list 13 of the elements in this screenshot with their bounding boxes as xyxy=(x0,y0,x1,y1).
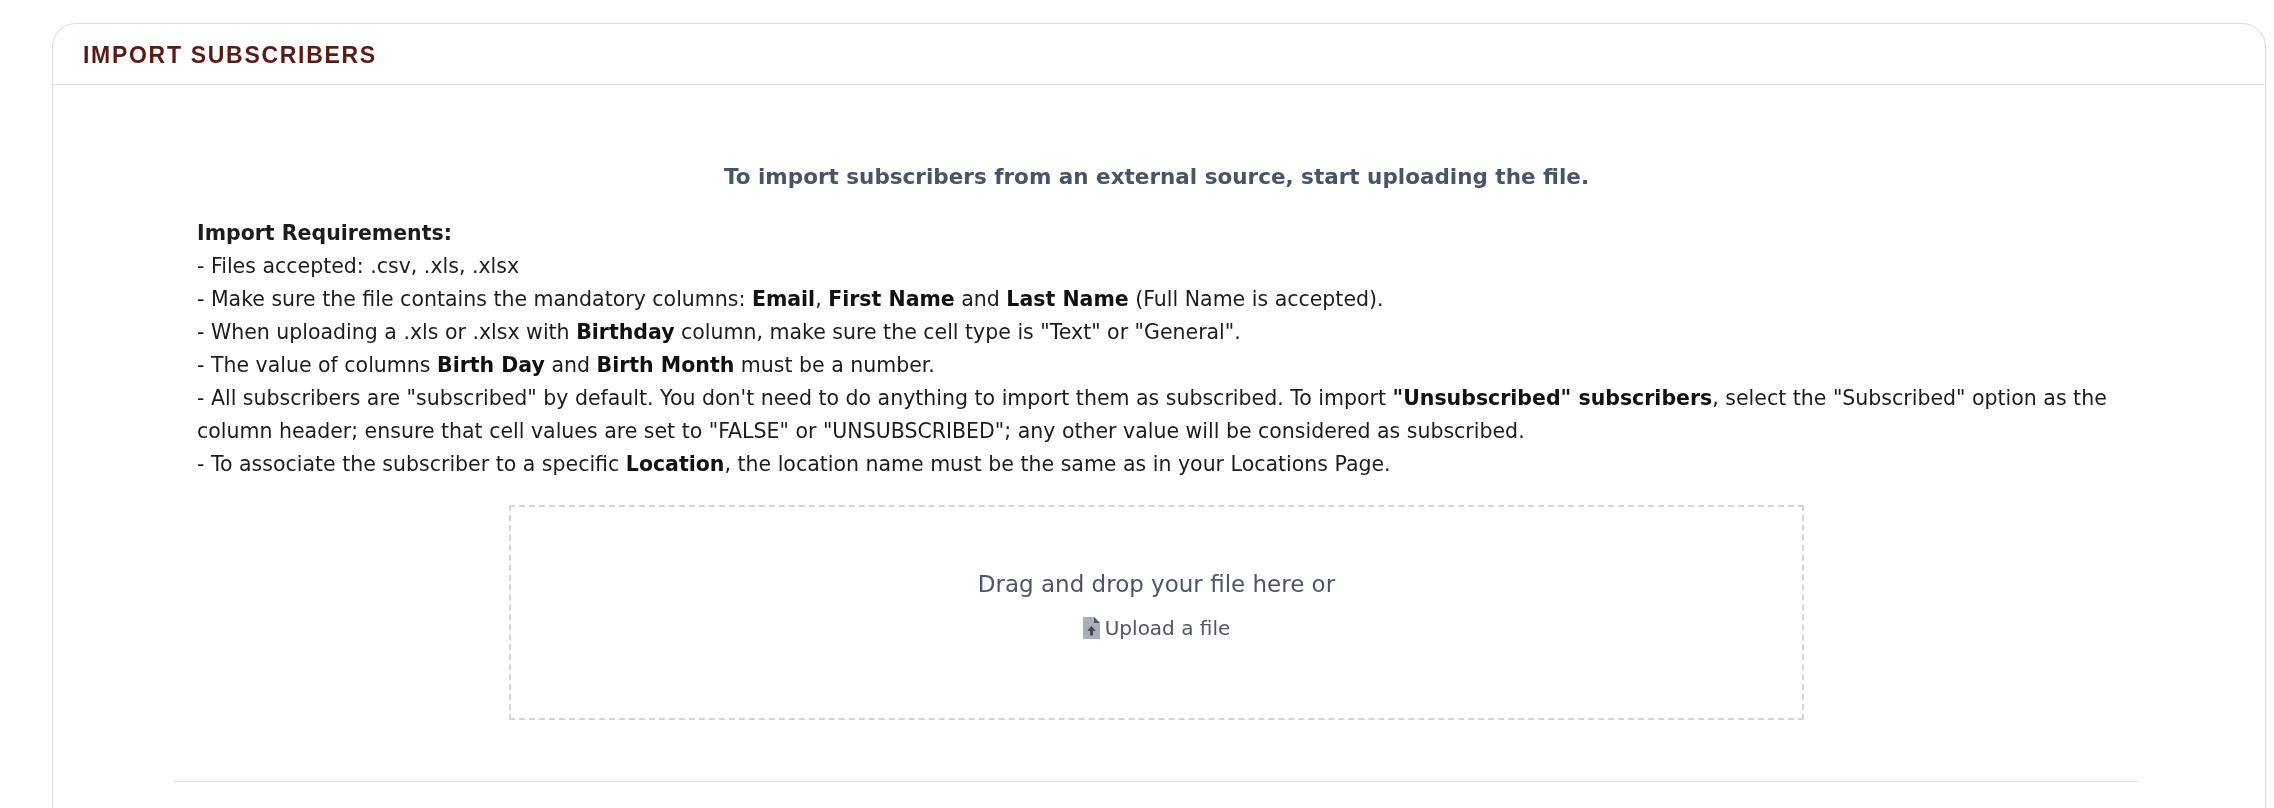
drop-prompt-text: Drag and drop your file here or xyxy=(977,570,1336,599)
requirement-line: - To associate the subscriber to a specific Location, the location name must be the same as in your Locations Page. xyxy=(197,451,1392,478)
requirement-line: - All subscribers are "subscribed" by default. You don't need to do anything to import them as subscribed. To import "Unsubscribed" subscribers, select the "Subscribed" option as the column header; ensure that cell values are set to "FALSE" or "UNSUBSCRIBED"; any other value will be considered as subscribed. xyxy=(197,385,2108,445)
intro-text: To import subscribers from an external source, start uploading the file. xyxy=(722,163,1591,191)
requirements-heading: Import Requirements: xyxy=(197,220,453,247)
requirement-line: - Files accepted: .csv, .xls, .xlsx xyxy=(197,253,521,280)
requirement-line: - Make sure the file contains the mandatory columns: Email, First Name and Last Name (Full Name is accepted). xyxy=(197,286,1385,313)
panel-title: IMPORT SUBSCRIBERS xyxy=(83,41,377,69)
requirement-line: - The value of columns Birth Day and Birth Month must be a number. xyxy=(197,352,936,379)
upload-file-link[interactable]: Upload a file xyxy=(1082,615,1231,641)
file-drop-zone[interactable]: Drag and drop your file here or Upload a file xyxy=(509,505,1804,720)
file-upload-icon xyxy=(1082,617,1100,639)
requirement-line: - When uploading a .xls or .xlsx with Birthday column, make sure the cell type is "Text" or "General". xyxy=(197,319,1242,346)
